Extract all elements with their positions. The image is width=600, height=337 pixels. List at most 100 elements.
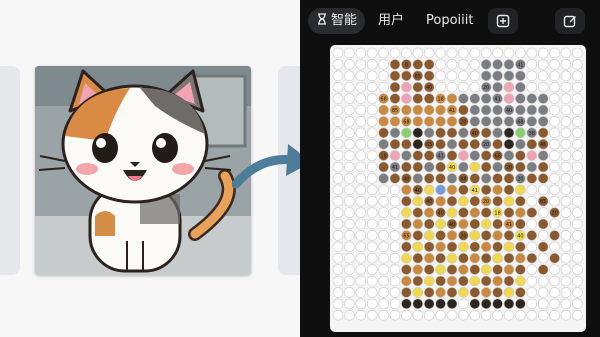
bead [537, 70, 549, 82]
bead [366, 287, 378, 298]
bead [503, 241, 515, 253]
bead [423, 150, 435, 161]
bead [366, 275, 378, 287]
bead [446, 70, 458, 82]
bead [389, 207, 401, 218]
top-tab-bar: 智能 用户 Popoiiit [300, 0, 600, 44]
bead-label: 40 [426, 85, 432, 91]
bead [401, 195, 412, 207]
bead [515, 104, 526, 116]
bead [515, 70, 526, 82]
bead [515, 218, 526, 230]
bead [572, 218, 583, 230]
bead [378, 81, 389, 93]
bead [526, 309, 538, 321]
bead [503, 47, 515, 59]
bead [492, 264, 503, 275]
bead [435, 116, 446, 127]
bead [458, 138, 469, 150]
bead [560, 81, 572, 93]
bead-label: 41 [506, 222, 512, 228]
bead-label: 40 [472, 131, 478, 137]
bead [446, 184, 458, 196]
bead [549, 184, 560, 196]
bead [446, 207, 458, 218]
bead [378, 275, 389, 287]
bead [458, 47, 469, 59]
bead [480, 264, 492, 275]
bead-label: 18 [380, 154, 386, 160]
bead [412, 230, 424, 241]
bead-label: 18 [494, 211, 500, 217]
bead [560, 116, 572, 127]
bead [560, 150, 572, 161]
bead [423, 218, 435, 230]
bead [389, 252, 401, 264]
bead [423, 264, 435, 275]
bead [469, 59, 481, 70]
bead [332, 47, 344, 59]
bead [366, 298, 378, 310]
bead [389, 195, 401, 207]
bead [469, 298, 481, 310]
bead [480, 104, 492, 116]
bead [435, 298, 446, 310]
tab-label: 智能 [331, 13, 358, 28]
bead [492, 81, 503, 93]
bead [560, 241, 572, 253]
bead [435, 59, 446, 70]
bead [412, 81, 424, 93]
bead [401, 309, 412, 321]
bead [412, 59, 424, 70]
bead [480, 127, 492, 139]
add-button[interactable] [488, 8, 518, 34]
bead-label: 40 [449, 165, 455, 171]
bead [515, 298, 526, 310]
tab-smart[interactable]: 智能 [308, 8, 366, 34]
bead [572, 116, 583, 127]
tab-user[interactable]: 用户 [370, 8, 412, 34]
bead [492, 161, 503, 173]
bead [355, 287, 367, 298]
bead [549, 70, 560, 82]
bead [572, 161, 583, 173]
bead [378, 59, 389, 70]
bead [378, 264, 389, 275]
bead [469, 241, 481, 253]
bead-label: 20 [551, 211, 557, 217]
bead-label: 18 [437, 97, 443, 103]
bead [492, 104, 503, 116]
bead [412, 298, 424, 310]
bead [492, 184, 503, 196]
bead [572, 309, 583, 321]
bead-label: 40 [437, 211, 443, 217]
bead [412, 241, 424, 253]
bead [572, 230, 583, 241]
bead [344, 47, 355, 59]
bead [446, 47, 458, 59]
tab-popoiiit[interactable]: Popoiiit [418, 8, 481, 34]
bead [560, 104, 572, 116]
bead [503, 287, 515, 298]
bead [412, 93, 424, 104]
tab-label: 用户 [378, 13, 405, 28]
bead [332, 173, 344, 184]
bead [560, 264, 572, 275]
bead [423, 70, 435, 82]
bead [344, 195, 355, 207]
bead [458, 93, 469, 104]
bead [401, 218, 412, 230]
bead [332, 93, 344, 104]
bead [537, 207, 549, 218]
bead [355, 116, 367, 127]
tab-label: Popoiiit [426, 13, 474, 28]
bead [572, 252, 583, 264]
bead [435, 161, 446, 173]
bead [458, 252, 469, 264]
bead [412, 309, 424, 321]
bead [515, 81, 526, 93]
bead [469, 104, 481, 116]
bead [366, 309, 378, 321]
bead [423, 116, 435, 127]
edit-button[interactable] [555, 8, 585, 34]
